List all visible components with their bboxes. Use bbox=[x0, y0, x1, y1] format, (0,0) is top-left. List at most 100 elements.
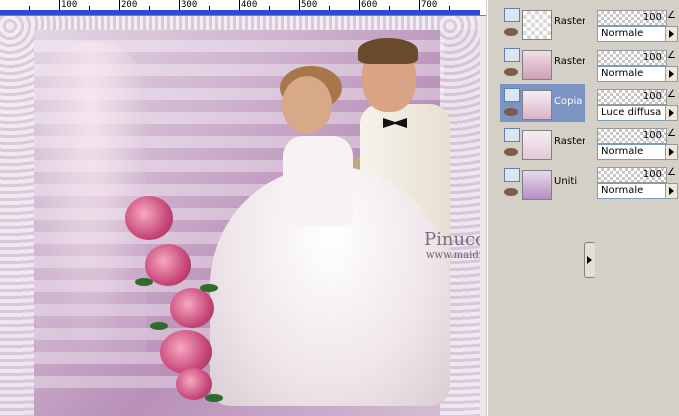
ruler-tick bbox=[59, 0, 60, 10]
groom-hair bbox=[358, 38, 418, 64]
bride-head bbox=[282, 76, 332, 134]
layer-properties-row: 100 ∠ Luce diffusa bbox=[595, 87, 679, 123]
brush-icon[interactable]: ∠ bbox=[667, 89, 677, 101]
dropdown-arrow-icon[interactable] bbox=[665, 66, 678, 82]
rose bbox=[160, 330, 212, 374]
layers-panel: Raster Raster Copia Raster Uniti bbox=[487, 0, 587, 416]
ruler-label: 200 bbox=[121, 0, 138, 10]
layer-name: Raster bbox=[554, 56, 587, 67]
layer-name: Raster bbox=[554, 136, 587, 147]
layer-visibility-icon[interactable] bbox=[504, 168, 520, 182]
ruler-minor-tick bbox=[329, 6, 330, 10]
ruler-label: 300 bbox=[181, 0, 198, 10]
layer-row[interactable]: Raster bbox=[500, 4, 587, 42]
ruler-tick bbox=[179, 0, 180, 10]
opacity-slider[interactable]: 100 bbox=[597, 128, 667, 144]
layer-row-selected[interactable]: Copia bbox=[500, 84, 585, 122]
opacity-slider[interactable]: 100 bbox=[597, 89, 667, 105]
ruler-tick bbox=[419, 0, 420, 10]
eye-icon[interactable] bbox=[504, 188, 518, 196]
layer-thumbnail bbox=[522, 10, 552, 40]
ruler-label: 600 bbox=[361, 0, 378, 10]
ruler-label: 700 bbox=[421, 0, 438, 10]
layer-name: Copia bbox=[554, 96, 583, 107]
layer-properties-row: 100 ∠ Normale bbox=[595, 8, 679, 44]
layer-thumbnail bbox=[522, 90, 552, 120]
lace-border-left bbox=[0, 16, 34, 416]
eye-icon[interactable] bbox=[504, 28, 518, 36]
opacity-value: 100 bbox=[642, 91, 662, 102]
opacity-value: 100 bbox=[642, 12, 662, 23]
layer-properties-panel: 100 ∠ Normale 100 ∠ Normale 100 ∠ Luce d… bbox=[595, 0, 679, 416]
layer-name: Raster bbox=[554, 16, 587, 27]
watermark-url: www.maidiregrafica.eu bbox=[426, 250, 480, 261]
ruler-minor-tick bbox=[449, 6, 450, 10]
rose bbox=[125, 196, 173, 240]
ruler-minor-tick bbox=[209, 6, 210, 10]
eye-icon[interactable] bbox=[504, 148, 518, 156]
layer-name: Uniti bbox=[554, 176, 578, 187]
leaf bbox=[135, 278, 153, 286]
layer-row[interactable]: Raster bbox=[500, 124, 587, 162]
panel-splitter[interactable] bbox=[585, 0, 594, 416]
layer-visibility-icon[interactable] bbox=[504, 8, 520, 22]
blend-mode-select[interactable]: Luce diffusa bbox=[597, 105, 668, 121]
layer-thumbnail bbox=[522, 170, 552, 200]
leaf bbox=[200, 284, 218, 292]
ruler-label: 500 bbox=[301, 0, 318, 10]
layer-properties-row: 100 ∠ Normale bbox=[595, 48, 679, 84]
opacity-value: 100 bbox=[642, 130, 662, 141]
canvas-area[interactable]: 100 200 300 400 500 600 700 Pinuc www.ma… bbox=[0, 0, 486, 416]
ruler-tick bbox=[359, 0, 360, 10]
ruler-selection-bar bbox=[0, 10, 480, 15]
layer-thumbnail bbox=[522, 50, 552, 80]
dropdown-arrow-icon[interactable] bbox=[665, 183, 678, 199]
ruler-minor-tick bbox=[89, 6, 90, 10]
blend-mode-select[interactable]: Normale bbox=[597, 26, 668, 42]
brush-icon[interactable]: ∠ bbox=[667, 167, 677, 179]
layer-properties-row: 100 ∠ Normale bbox=[595, 165, 679, 201]
faded-bride-figure bbox=[36, 42, 146, 362]
opacity-slider[interactable]: 100 bbox=[597, 167, 667, 183]
ruler-minor-tick bbox=[389, 6, 390, 10]
ruler-tick bbox=[119, 0, 120, 10]
watermark: Pinuccia www.maidiregrafica.eu bbox=[424, 230, 480, 262]
layer-row[interactable]: Raster bbox=[500, 44, 587, 82]
dropdown-arrow-icon[interactable] bbox=[665, 144, 678, 160]
ruler-minor-tick bbox=[269, 6, 270, 10]
eye-icon[interactable] bbox=[504, 68, 518, 76]
brush-icon[interactable]: ∠ bbox=[667, 128, 677, 140]
layer-visibility-icon[interactable] bbox=[504, 88, 520, 102]
dropdown-arrow-icon[interactable] bbox=[665, 105, 678, 121]
ruler-label: 400 bbox=[241, 0, 258, 10]
ruler-minor-tick bbox=[29, 6, 30, 10]
ruler-tick bbox=[299, 0, 300, 10]
layer-thumbnail bbox=[522, 130, 552, 160]
brush-icon[interactable]: ∠ bbox=[667, 50, 677, 62]
opacity-value: 100 bbox=[642, 169, 662, 180]
blend-mode-select[interactable]: Normale bbox=[597, 183, 668, 199]
opacity-slider[interactable]: 100 bbox=[597, 50, 667, 66]
leaf bbox=[205, 394, 223, 402]
layer-visibility-icon[interactable] bbox=[504, 48, 520, 62]
ruler-label: 100 bbox=[61, 0, 78, 10]
eye-icon[interactable] bbox=[504, 108, 518, 116]
leaf bbox=[150, 322, 168, 330]
layer-visibility-icon[interactable] bbox=[504, 128, 520, 142]
canvas-edge bbox=[480, 16, 486, 416]
ruler-tick bbox=[239, 0, 240, 10]
bride-bodice bbox=[283, 136, 353, 226]
opacity-value: 100 bbox=[642, 52, 662, 63]
rose bbox=[170, 288, 214, 328]
layer-row[interactable]: Uniti bbox=[500, 164, 585, 202]
ruler-minor-tick bbox=[149, 6, 150, 10]
dropdown-arrow-icon[interactable] bbox=[665, 26, 678, 42]
opacity-slider[interactable]: 100 bbox=[597, 10, 667, 26]
blend-mode-select[interactable]: Normale bbox=[597, 66, 668, 82]
horizontal-ruler: 100 200 300 400 500 600 700 bbox=[0, 0, 486, 16]
wedding-image[interactable]: Pinuccia www.maidiregrafica.eu bbox=[0, 16, 480, 416]
watermark-name: Pinuccia bbox=[424, 229, 480, 250]
layer-properties-row: 100 ∠ Normale bbox=[595, 126, 679, 162]
brush-icon[interactable]: ∠ bbox=[667, 10, 677, 22]
blend-mode-select[interactable]: Normale bbox=[597, 144, 668, 160]
